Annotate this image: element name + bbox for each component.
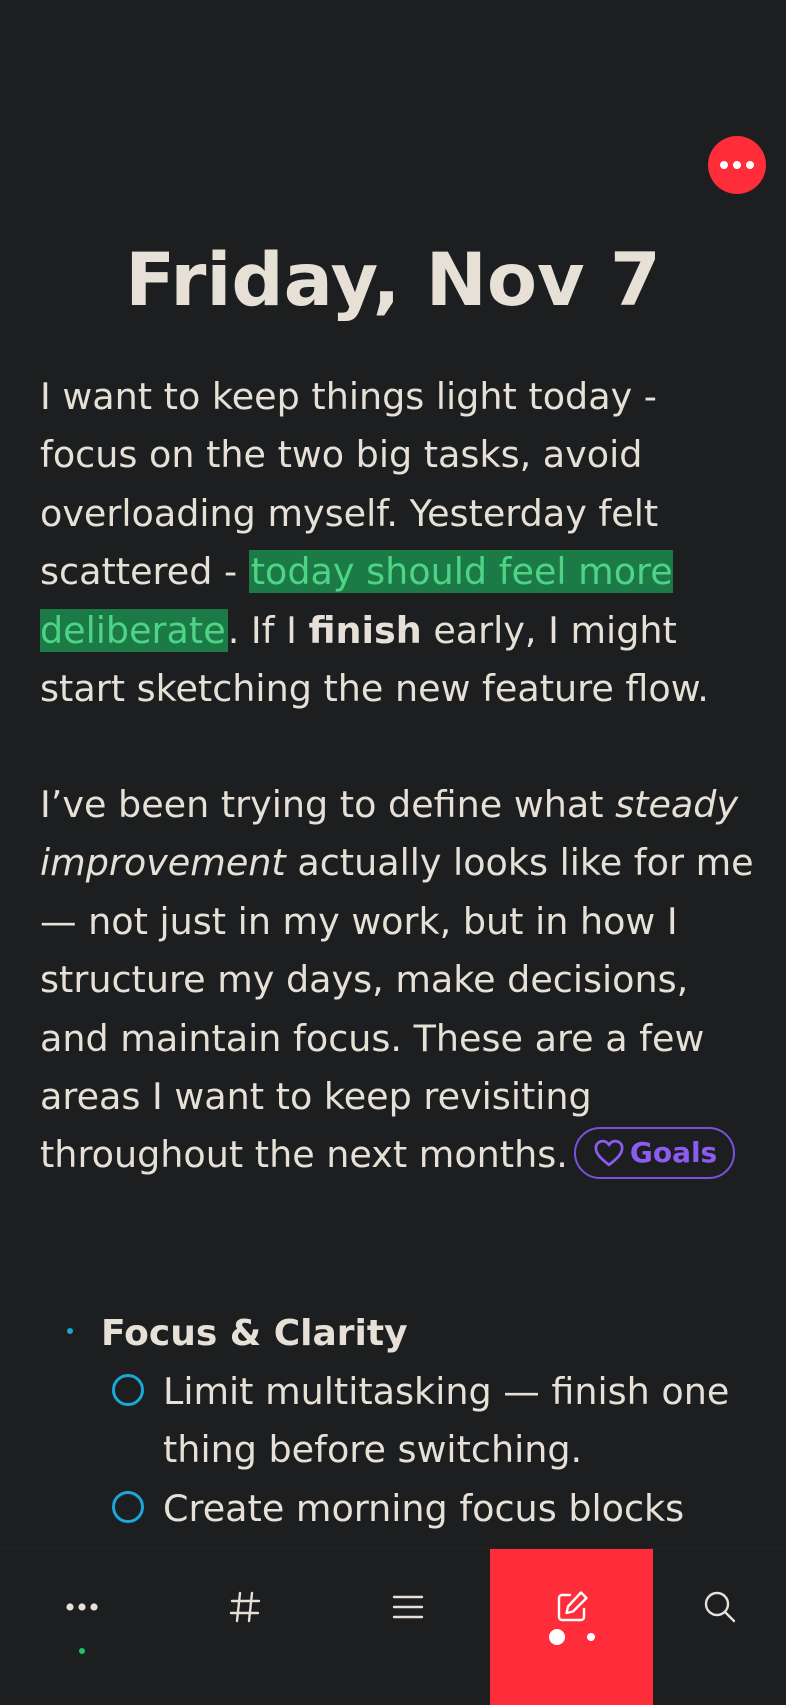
page-dot: [586, 1633, 595, 1641]
note-title: Friday, Nov 7: [125, 238, 661, 323]
todo-text: Create morning focus blocks: [163, 1486, 685, 1530]
goals-list: Focus & Clarity Limit multitasking — fin…: [64, 1305, 764, 1538]
more-options-button[interactable]: [708, 136, 766, 194]
p2-text: I’ve been trying to define what: [40, 783, 616, 826]
toolbar-more-button[interactable]: [0, 1549, 163, 1705]
goals-tag-label: Goals: [629, 1135, 718, 1169]
bottom-toolbar: [0, 1548, 786, 1705]
note-paragraph-1[interactable]: I want to keep things light today - focu…: [40, 368, 760, 718]
hash-icon: [227, 1589, 263, 1625]
p1-text-2: . If I: [227, 608, 309, 652]
toolbar-search-button[interactable]: [653, 1549, 786, 1705]
heart-icon: [594, 1139, 624, 1167]
list-item: Focus & Clarity: [64, 1305, 764, 1363]
list-icon: [390, 1589, 426, 1625]
ellipsis-icon-dot: [733, 161, 741, 169]
search-icon: [702, 1589, 738, 1625]
todo-checkbox[interactable]: [112, 1374, 144, 1406]
note-paragraph-2[interactable]: I’ve been trying to define what steady i…: [40, 776, 760, 1185]
edit-icon: [554, 1589, 590, 1625]
ellipsis-icon: [720, 161, 728, 169]
bullet-icon: [67, 1328, 73, 1334]
todo-checkbox[interactable]: [112, 1490, 144, 1523]
goals-tag[interactable]: Goals: [573, 1126, 736, 1179]
ellipsis-icon-dot: [746, 161, 754, 169]
todo-item: Create morning focus blocks: [64, 1480, 764, 1538]
ellipsis-icon: [64, 1589, 100, 1625]
toolbar-tags-button[interactable]: [163, 1549, 326, 1705]
list-heading: Focus & Clarity: [101, 1313, 408, 1354]
page-indicator: [548, 1629, 595, 1645]
toolbar-edit-button[interactable]: [490, 1549, 653, 1705]
bold-text: finish: [308, 608, 422, 652]
sync-status-dot: [79, 1648, 85, 1654]
toolbar-notes-list-button[interactable]: [326, 1549, 489, 1705]
todo-item: Limit multitasking — finish one thing be…: [64, 1363, 764, 1480]
page-dot-active: [548, 1629, 565, 1645]
todo-text: Limit multitasking — finish one thing be…: [163, 1370, 730, 1472]
